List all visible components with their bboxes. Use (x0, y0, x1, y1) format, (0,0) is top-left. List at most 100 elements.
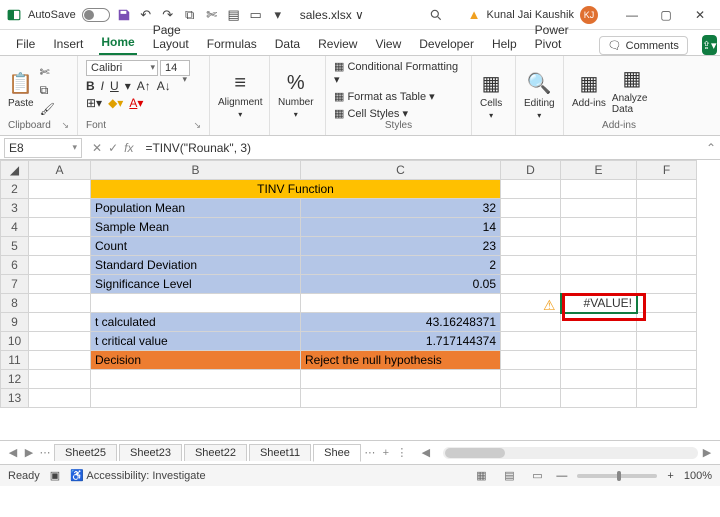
col-header-E[interactable]: E (561, 161, 637, 180)
zoom-out-icon[interactable]: — (556, 470, 567, 482)
error-warning-icon[interactable]: ⚠ (543, 297, 556, 314)
number-button[interactable]: %Number▾ (278, 72, 314, 119)
hscroll-right-icon[interactable]: ▶ (700, 446, 714, 459)
row-header[interactable]: 8 (1, 294, 29, 313)
tab-insert[interactable]: Insert (51, 33, 85, 55)
alignment-button[interactable]: ≡Alignment▾ (218, 72, 262, 119)
cancel-icon[interactable]: ✕ (92, 141, 102, 155)
copy-small-icon[interactable]: ⧉ (40, 83, 55, 98)
cell[interactable]: 0.05 (301, 275, 501, 294)
new-sheet-icon[interactable]: + (379, 447, 393, 459)
cell-E8[interactable]: #VALUE! (561, 294, 637, 313)
tab-nav-more-icon[interactable]: ⋯ (38, 446, 52, 459)
tab-formulas[interactable]: Formulas (205, 33, 259, 55)
name-box[interactable]: E8▾ (4, 138, 82, 158)
formula-input[interactable]: =TINV("Rounak", 3) (139, 141, 702, 155)
cut-small-icon[interactable]: ✄ (40, 65, 55, 79)
maximize-button[interactable]: ▢ (652, 5, 680, 25)
format-painter-icon[interactable]: 🖌 (40, 102, 55, 116)
editing-button[interactable]: 🔍Editing▾ (524, 71, 555, 120)
tab-power-pivot[interactable]: Power Pivot (533, 19, 571, 55)
hscroll-left-icon[interactable]: ◀ (419, 446, 433, 459)
zoom-slider[interactable] (577, 474, 657, 478)
cell[interactable]: Significance Level (91, 275, 301, 294)
col-header-F[interactable]: F (637, 161, 697, 180)
tab-overflow-icon[interactable]: ⋯ (363, 446, 377, 459)
tab-review[interactable]: Review (316, 33, 359, 55)
enter-icon[interactable]: ✓ (108, 141, 118, 155)
select-all[interactable]: ◢ (1, 161, 29, 180)
sheet-tab[interactable]: Sheet23 (119, 444, 182, 461)
row-header[interactable]: 11 (1, 351, 29, 370)
search-icon[interactable] (428, 7, 444, 23)
tab-data[interactable]: Data (273, 33, 302, 55)
col-header-B[interactable]: B (91, 161, 301, 180)
row-header[interactable]: 10 (1, 332, 29, 351)
font-launcher-icon[interactable]: ↘ (193, 120, 201, 133)
italic-button[interactable]: I (101, 79, 104, 93)
warning-icon[interactable]: ▲ (468, 7, 481, 22)
tab-file[interactable]: File (14, 33, 37, 55)
page-layout-view-icon[interactable]: ▤ (500, 468, 518, 484)
row-header[interactable]: 12 (1, 370, 29, 389)
cell[interactable]: Reject the null hypothesis (301, 351, 501, 370)
decrease-font-icon[interactable]: A↓ (157, 79, 171, 93)
format-as-table-button[interactable]: ▦ Format as Table ▾ (334, 90, 435, 103)
cells-button[interactable]: ▦Cells▾ (480, 71, 502, 120)
cut-icon[interactable]: ✄ (204, 7, 220, 23)
qat-dropdown-icon[interactable]: ▾ (270, 7, 286, 23)
analyze-data-button[interactable]: ▦Analyze Data (612, 66, 652, 115)
row-header[interactable]: 4 (1, 218, 29, 237)
cell[interactable]: t critical value (91, 332, 301, 351)
zoom-level[interactable]: 100% (684, 470, 712, 482)
cell-styles-button[interactable]: ▦ Cell Styles ▾ (334, 107, 408, 120)
clipboard-launcher-icon[interactable]: ↘ (61, 120, 69, 133)
page-break-view-icon[interactable]: ▭ (528, 468, 546, 484)
font-color-button[interactable]: A▾ (129, 96, 143, 110)
row-header[interactable]: 3 (1, 199, 29, 218)
row-header[interactable]: 5 (1, 237, 29, 256)
share-button[interactable]: ⇪▾ (702, 35, 717, 55)
increase-font-icon[interactable]: A↑ (137, 79, 151, 93)
new-icon[interactable]: ▤ (226, 7, 242, 23)
conditional-formatting-button[interactable]: ▦ Conditional Formatting ▾ (334, 60, 463, 86)
col-header-A[interactable]: A (29, 161, 91, 180)
row-header[interactable]: 7 (1, 275, 29, 294)
font-name-combo[interactable]: Calibri (86, 60, 158, 76)
cell[interactable]: Decision (91, 351, 301, 370)
macro-recorder-icon[interactable]: ▣ (50, 469, 60, 482)
cell[interactable]: t calculated (91, 313, 301, 332)
cell[interactable]: 14 (301, 218, 501, 237)
paste-button[interactable]: 📋 Paste (8, 71, 34, 109)
sheet-tab[interactable]: Sheet25 (54, 444, 117, 461)
cell[interactable]: Standard Deviation (91, 256, 301, 275)
comments-button[interactable]: 🗨 Comments (599, 36, 688, 55)
tab-nav-next-icon[interactable]: ▶ (22, 446, 36, 459)
col-header-C[interactable]: C (301, 161, 501, 180)
cell[interactable]: Sample Mean (91, 218, 301, 237)
minimize-button[interactable]: — (618, 5, 646, 25)
bold-button[interactable]: B (86, 79, 95, 93)
row-header[interactable]: 13 (1, 389, 29, 408)
cell[interactable]: 2 (301, 256, 501, 275)
cell[interactable]: Population Mean (91, 199, 301, 218)
tab-home[interactable]: Home (99, 31, 136, 55)
normal-view-icon[interactable]: ▦ (472, 468, 490, 484)
filename[interactable]: sales.xlsx ∨ (300, 8, 364, 22)
spreadsheet-grid[interactable]: ◢ A B C D E F 2TINV Function 3Population… (0, 160, 720, 440)
open-icon[interactable]: ▭ (248, 7, 264, 23)
save-icon[interactable] (116, 7, 132, 23)
tab-help[interactable]: Help (490, 33, 519, 55)
zoom-in-icon[interactable]: + (667, 470, 673, 482)
cell[interactable]: 32 (301, 199, 501, 218)
autosave-toggle[interactable] (82, 8, 110, 22)
tab-developer[interactable]: Developer (417, 33, 476, 55)
font-size-combo[interactable]: 14 (160, 60, 190, 76)
expand-formula-bar-icon[interactable]: ⌃ (702, 141, 720, 155)
cell[interactable]: 43.16248371 (301, 313, 501, 332)
cell-title[interactable]: TINV Function (91, 180, 501, 199)
fx-icon[interactable]: fx (124, 141, 133, 155)
sheet-tab-active[interactable]: Shee (313, 444, 361, 462)
tab-nav-first-icon[interactable]: ◀ (6, 446, 20, 459)
fill-color-button[interactable]: ◆▾ (108, 96, 123, 110)
